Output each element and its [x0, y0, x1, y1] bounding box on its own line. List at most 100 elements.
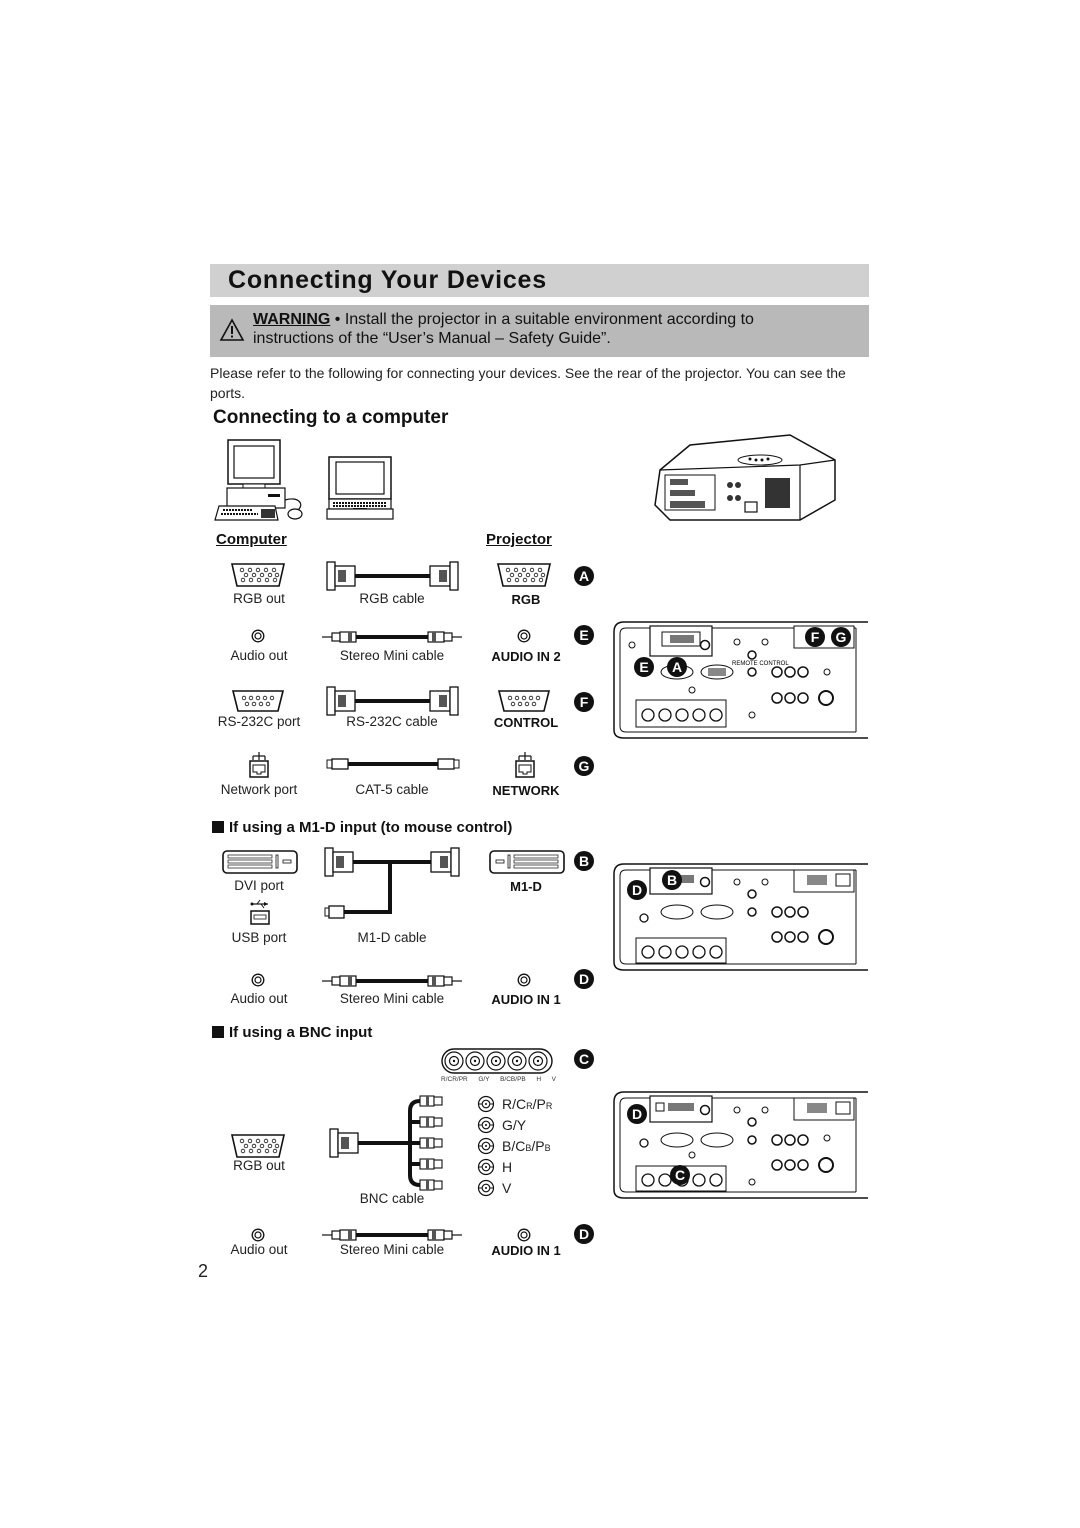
- bnc-output-item: H: [477, 1156, 552, 1177]
- computer-port-label: Audio out: [230, 1242, 288, 1257]
- m1d-port-label: M1-D: [510, 879, 542, 894]
- usb-port-icon: [250, 899, 270, 925]
- bnc-output-label: G/Y: [502, 1116, 527, 1133]
- bnc-output-item: R/CR/PR: [477, 1093, 552, 1114]
- cable-label: Stereo Mini cable: [339, 648, 445, 663]
- warning-triangle-icon: [219, 318, 245, 341]
- bnc-output-item: B/CB/PB: [477, 1135, 552, 1156]
- page-title: Connecting Your Devices: [228, 266, 547, 294]
- port-badge: D: [574, 969, 594, 989]
- bnc-output-list: R/CR/PR G/Y B/CB/PB H V: [477, 1093, 552, 1198]
- audio-jack-icon: [251, 629, 265, 643]
- serial-port-icon: [497, 690, 551, 712]
- cable-label: RS-232C cable: [346, 714, 438, 729]
- port-badge: A: [574, 566, 594, 586]
- bnc-connector-icon: [477, 1095, 495, 1112]
- m1d-cable-label: M1-D cable: [357, 930, 427, 945]
- title-bar: Connecting Your Devices: [210, 264, 869, 297]
- vga-port-icon: [496, 563, 552, 587]
- stereo-mini-cable-icon: [322, 631, 462, 643]
- network-port-icon: [515, 752, 535, 778]
- port-badge: C: [574, 1049, 594, 1069]
- warning-label: WARNING: [253, 311, 331, 328]
- projector-port-label: NETWORK: [492, 783, 560, 798]
- rs232c-cable-icon: [326, 686, 459, 716]
- bullet-square-icon: [212, 821, 224, 833]
- audio-jack-icon: [251, 1228, 265, 1242]
- computer-port-label: Network port: [220, 782, 298, 797]
- rear-badge-e: E: [634, 657, 654, 677]
- computer-port-label: Audio out: [230, 991, 288, 1006]
- warning-text: • Install the projector in a suitable en…: [334, 311, 754, 328]
- computer-port-label: RGB out: [233, 591, 285, 606]
- cable-label: Stereo Mini cable: [339, 991, 445, 1006]
- serial-port-icon: [231, 690, 285, 712]
- intro-paragraph: Please refer to the following for connec…: [210, 365, 846, 401]
- bnc-output-label: V: [502, 1179, 512, 1196]
- port-badge: B: [574, 851, 594, 871]
- warning-line-1: WARNING • Install the projector in a sui…: [253, 311, 754, 329]
- bnc-cable-icon: [329, 1095, 443, 1191]
- usb-port-label: USB port: [231, 930, 287, 945]
- bnc-output-item: V: [477, 1177, 552, 1198]
- audio-jack-icon: [517, 973, 531, 987]
- port-badge: G: [574, 756, 594, 776]
- section-heading: Connecting to a computer: [213, 407, 449, 428]
- bnc-output-label: H: [502, 1158, 513, 1175]
- rear-badge-d: D: [627, 880, 647, 900]
- audio-jack-icon: [517, 629, 531, 643]
- bnc-connector-panel-icon: [441, 1048, 553, 1074]
- bnc-connector-labels: R/CR/PR G/Y B/CB/PB H V: [441, 1076, 556, 1083]
- rgb-cable-icon: [326, 561, 459, 591]
- audio-jack-icon: [517, 1228, 531, 1242]
- vga-port-icon: [230, 1134, 286, 1158]
- rear-panel-diagram: [613, 863, 868, 971]
- stereo-mini-cable-icon: [322, 1229, 462, 1241]
- projector-port-label: AUDIO IN 1: [491, 992, 561, 1007]
- laptop-computer-icon: [326, 456, 394, 520]
- stereo-mini-cable-icon: [322, 975, 462, 987]
- bnc-output-label: R/CR/PR: [502, 1095, 553, 1112]
- rear-badge-g: G: [831, 627, 851, 647]
- computer-port-label: RGB out: [233, 1158, 285, 1173]
- bnc-output-item: G/Y: [477, 1114, 552, 1135]
- m1d-cable-icon: [324, 847, 460, 919]
- bnc-section-heading: If using a BNC input: [212, 1024, 372, 1041]
- bnc-output-label: B/CB/PB: [502, 1137, 551, 1154]
- projector-port-label: RGB: [511, 592, 541, 607]
- projector-port-label: CONTROL: [493, 715, 559, 730]
- m1d-section-heading: If using a M1-D input (to mouse control): [212, 819, 512, 836]
- rear-badge-d: D: [627, 1104, 647, 1124]
- cable-label: CAT-5 cable: [355, 782, 429, 797]
- cable-label: Stereo Mini cable: [339, 1242, 445, 1257]
- rear-badge-f: F: [805, 627, 825, 647]
- warning-line-2: instructions of the “User’s Manual – Saf…: [253, 330, 611, 347]
- bnc-connector-icon: [477, 1116, 495, 1133]
- bnc-connector-icon: [477, 1179, 495, 1196]
- port-badge: D: [574, 1224, 594, 1244]
- port-badge: F: [574, 692, 594, 712]
- projector-illustration: [654, 434, 836, 521]
- network-port-icon: [249, 752, 269, 778]
- projector-port-label: AUDIO IN 1: [491, 1243, 561, 1258]
- bnc-connector-icon: [477, 1137, 495, 1154]
- bnc-connector-icon: [477, 1158, 495, 1175]
- rear-badge-a: A: [667, 657, 687, 677]
- bullet-square-icon: [212, 1026, 224, 1038]
- rear-badge-c: C: [670, 1165, 690, 1185]
- desktop-computer-icon: [214, 439, 303, 521]
- column-heading-projector: Projector: [486, 531, 552, 548]
- page-number: 2: [198, 1261, 209, 1281]
- projector-port-label: AUDIO IN 2: [491, 649, 561, 664]
- column-heading-computer: Computer: [216, 531, 287, 548]
- remote-control-label: REMOTE CONTROL: [732, 661, 789, 667]
- bnc-cable-label: BNC cable: [359, 1191, 425, 1206]
- dvi-port-icon: [489, 850, 565, 874]
- computer-port-label: RS-232C port: [217, 714, 301, 729]
- vga-port-icon: [230, 563, 286, 587]
- computer-port-label: Audio out: [230, 648, 288, 663]
- rear-badge-b: B: [662, 870, 682, 890]
- cat5-cable-icon: [326, 758, 460, 770]
- audio-jack-icon: [251, 973, 265, 987]
- cable-label: RGB cable: [359, 591, 425, 606]
